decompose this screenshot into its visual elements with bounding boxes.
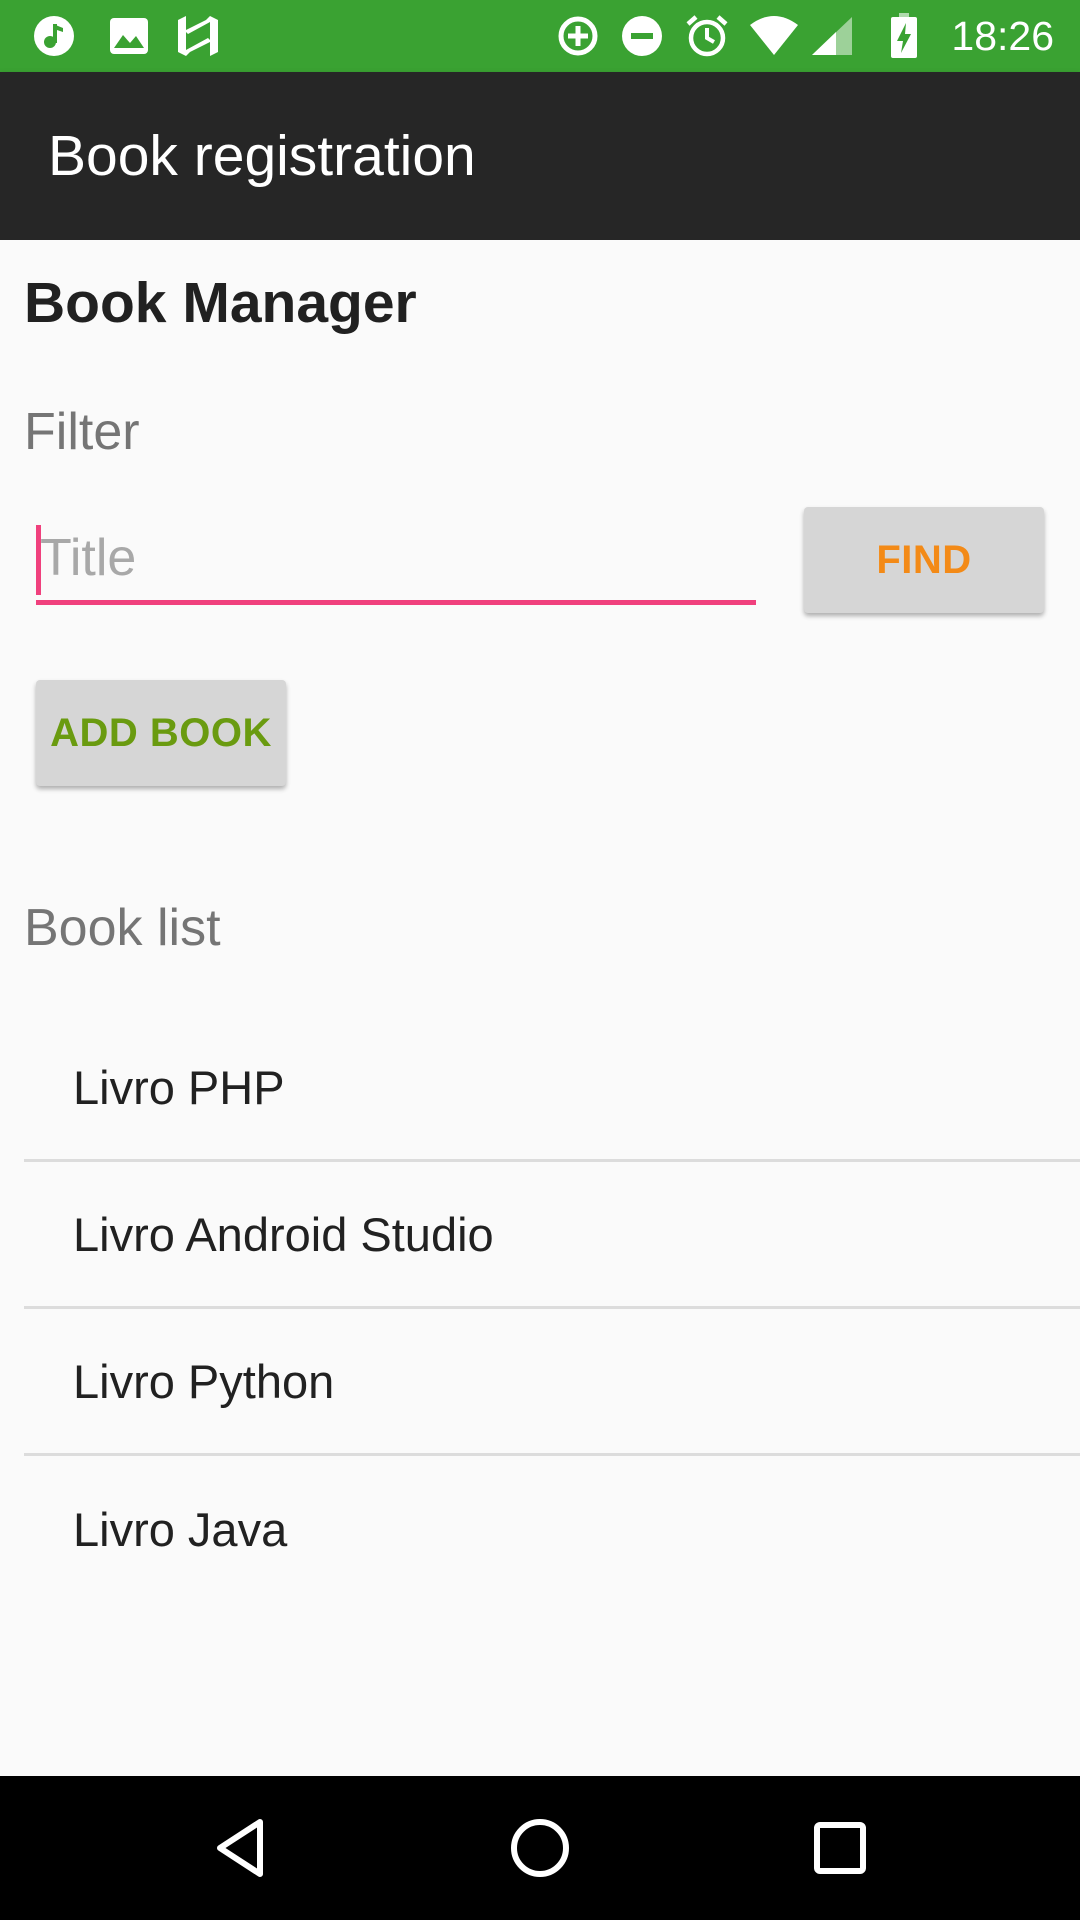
find-button[interactable]: FIND: [804, 507, 1044, 613]
title-input[interactable]: [36, 515, 756, 605]
recents-icon[interactable]: [770, 1776, 910, 1920]
page-heading: Book Manager: [24, 271, 417, 335]
book-list-item[interactable]: Livro PHP: [24, 1015, 1080, 1162]
title-input-container: [36, 515, 756, 605]
add-book-button[interactable]: ADD BOOK: [36, 680, 286, 786]
status-bar: 18:26: [0, 0, 1080, 72]
back-icon[interactable]: [170, 1776, 310, 1920]
alarm-icon: [682, 0, 732, 72]
book-list-item[interactable]: Livro Python: [24, 1309, 1080, 1456]
n-logo-icon: [174, 0, 222, 72]
data-saver-icon: [554, 0, 602, 72]
app-title: Book registration: [48, 124, 476, 188]
do-not-disturb-icon: [618, 0, 666, 72]
main-content: Book Manager Filter FIND ADD BOOK Book l…: [0, 240, 1080, 1776]
text-cursor: [36, 525, 41, 595]
wifi-icon: [746, 0, 802, 72]
book-list-item[interactable]: Livro Java: [24, 1456, 1080, 1603]
navigation-bar: [0, 1776, 1080, 1920]
music-note-icon: [28, 0, 80, 72]
home-icon[interactable]: [470, 1776, 610, 1920]
book-list: Livro PHP Livro Android Studio Livro Pyt…: [24, 1015, 1080, 1603]
book-list-label: Book list: [24, 899, 221, 957]
app-bar: Book registration: [0, 72, 1080, 240]
battery-charging-icon: [884, 0, 924, 72]
image-icon: [104, 0, 154, 72]
filter-label: Filter: [24, 403, 140, 461]
cell-signal-icon: [808, 0, 856, 72]
status-time: 18:26: [951, 12, 1054, 59]
book-list-item[interactable]: Livro Android Studio: [24, 1162, 1080, 1309]
